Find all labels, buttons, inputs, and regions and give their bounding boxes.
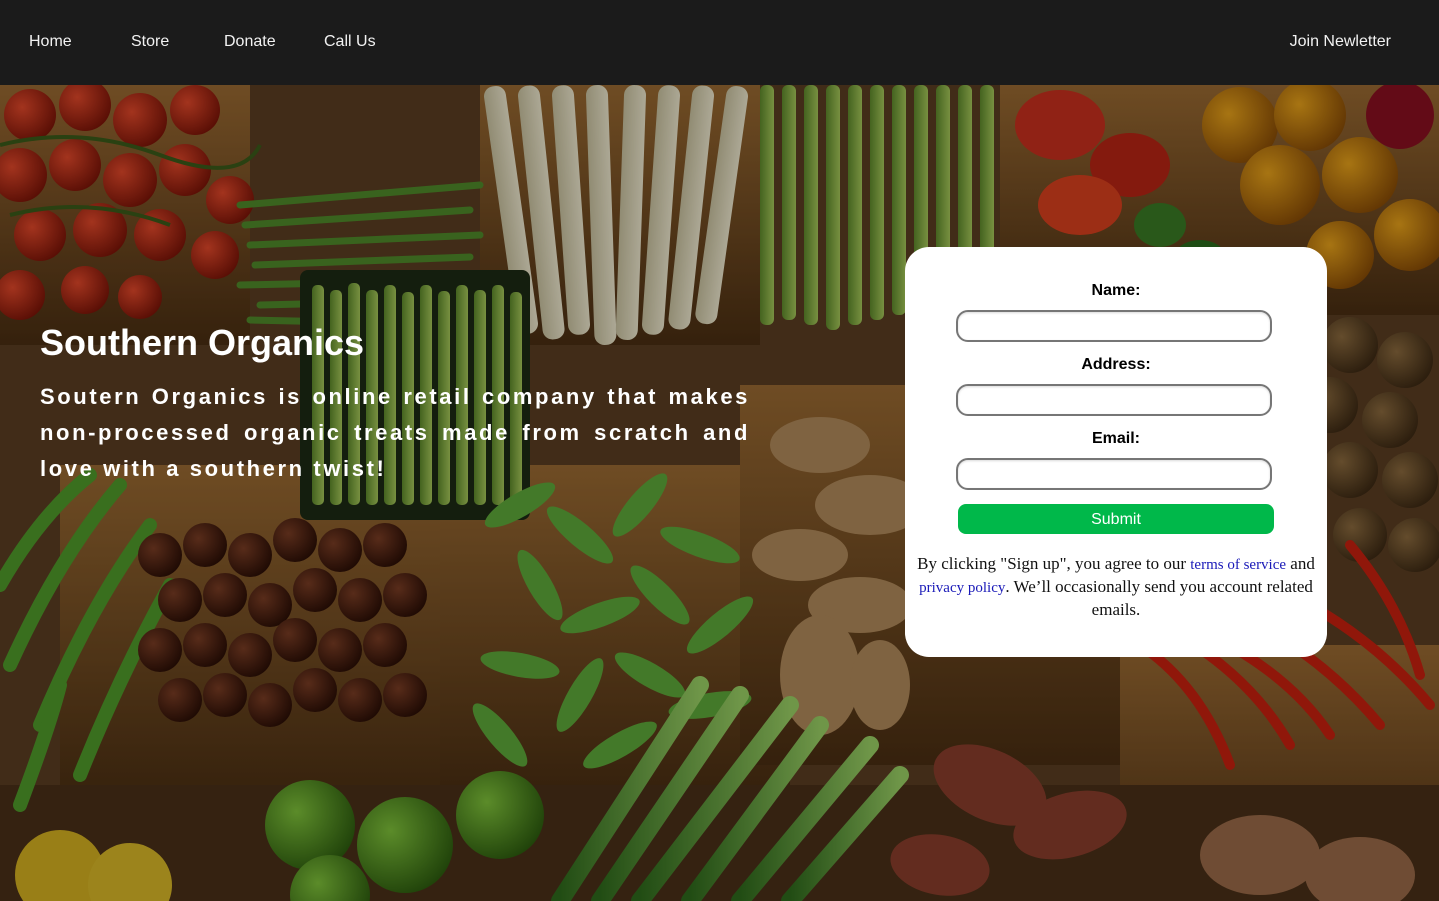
- hero-section: Southern Organics Soutern Organics is on…: [0, 85, 1439, 901]
- nav-call-us-link[interactable]: Call Us: [324, 33, 376, 51]
- name-field[interactable]: [956, 310, 1272, 342]
- nav-donate-link[interactable]: Donate: [224, 33, 276, 51]
- email-label: Email:: [1091, 430, 1140, 447]
- nav-store-link[interactable]: Store: [131, 33, 169, 51]
- email-field[interactable]: [956, 458, 1272, 490]
- legal-middle-text: and: [1286, 554, 1315, 573]
- terms-of-service-link[interactable]: terms of service: [1190, 557, 1286, 573]
- top-navbar: Home Store Donate Call Us Join Newletter: [0, 0, 1439, 85]
- legal-suffix-text: . We’ll occasionally send you account re…: [1005, 577, 1313, 619]
- privacy-policy-link[interactable]: privacy policy: [919, 580, 1005, 596]
- hero-title: Southern Organics: [40, 322, 365, 363]
- name-label: Name:: [1091, 282, 1141, 299]
- nav-join-newsletter-link[interactable]: Join Newletter: [1290, 33, 1391, 51]
- hero-description: Soutern Organics is online retail compan…: [40, 384, 750, 481]
- nav-home-link[interactable]: Home: [29, 33, 72, 51]
- address-field[interactable]: [956, 384, 1272, 416]
- address-label: Address:: [1081, 356, 1151, 373]
- submit-button[interactable]: Submit: [958, 504, 1274, 534]
- legal-prefix-text: By clicking "Sign up", you agree to our: [917, 554, 1191, 573]
- newsletter-signup-form: Name: Address: Email: Submit By clicking…: [905, 247, 1327, 657]
- legal-notice: By clicking "Sign up", you agree to our …: [911, 553, 1321, 620]
